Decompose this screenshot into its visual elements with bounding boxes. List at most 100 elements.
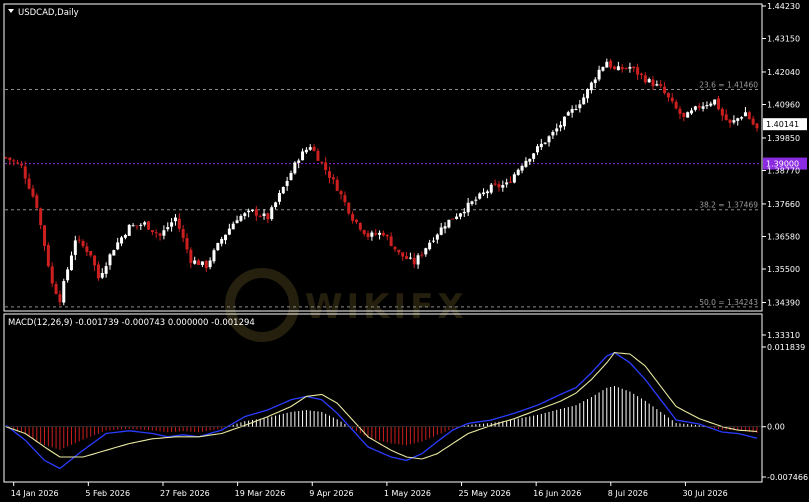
candle-up[interactable] [551,132,555,136]
candle-down[interactable] [339,191,343,195]
candle-down[interactable] [158,233,162,236]
candle-down[interactable] [405,256,409,259]
candle-up[interactable] [732,120,736,123]
candle-down[interactable] [670,97,674,102]
candle-up[interactable] [743,112,747,117]
candle-down[interactable] [343,195,347,203]
candle-up[interactable] [539,143,543,148]
candle-down[interactable] [316,150,320,161]
candle-up[interactable] [535,146,539,153]
candle-down[interactable] [19,164,23,166]
candle-down[interactable] [393,246,397,250]
candle-down[interactable] [663,86,667,94]
candle-up[interactable] [431,240,435,242]
candle-up[interactable] [231,223,235,230]
candle-up[interactable] [66,269,70,281]
candle-up[interactable] [605,61,609,68]
candle-down[interactable] [497,184,501,188]
candle-up[interactable] [104,266,108,274]
candle-down[interactable] [312,146,316,151]
candle-up[interactable] [112,250,116,256]
candle-down[interactable] [46,244,50,267]
candle-down[interactable] [258,216,262,218]
candle-down[interactable] [85,246,89,253]
candle-up[interactable] [239,216,243,221]
candle-up[interactable] [212,250,216,262]
candle-up[interactable] [262,213,266,216]
candle-down[interactable] [381,232,385,236]
candle-down[interactable] [751,118,755,125]
candle-down[interactable] [724,114,728,121]
candle-up[interactable] [693,106,697,110]
candle-down[interactable] [266,213,270,220]
candle-down[interactable] [624,68,628,70]
candle-up[interactable] [466,202,470,213]
candle-up[interactable] [120,237,124,244]
candle-down[interactable] [697,106,701,108]
candle-up[interactable] [478,193,482,199]
candle-down[interactable] [93,255,97,266]
candle-down[interactable] [493,183,497,185]
candle-up[interactable] [528,158,532,162]
candle-up[interactable] [308,147,312,150]
candle-up[interactable] [485,191,489,194]
candle-up[interactable] [173,217,177,222]
candle-up[interactable] [616,66,620,71]
candle-up[interactable] [705,105,709,107]
candle-up[interactable] [740,117,744,119]
candle-down[interactable] [639,73,643,76]
candle-down[interactable] [632,66,636,69]
candle-up[interactable] [227,228,231,235]
candle-up[interactable] [378,232,382,235]
candle-up[interactable] [686,112,690,118]
candle-up[interactable] [293,162,297,174]
candle-up[interactable] [166,227,170,230]
candle-up[interactable] [559,125,563,128]
candle-up[interactable] [439,227,443,235]
candle-down[interactable] [636,67,640,75]
candle-up[interactable] [566,112,570,116]
candle-down[interactable] [347,202,351,214]
candle-down[interactable] [135,225,139,227]
candle-up[interactable] [108,254,112,266]
candle-up[interactable] [297,160,301,163]
candle-down[interactable] [389,236,393,247]
candle-up[interactable] [100,273,104,278]
candle-up[interactable] [270,207,274,220]
candle-up[interactable] [489,184,493,193]
candle-up[interactable] [447,219,451,228]
candle-down[interactable] [666,92,670,98]
candle-down[interactable] [150,230,154,232]
candle-up[interactable] [709,103,713,106]
candle-up[interactable] [501,185,505,188]
candle-up[interactable] [601,67,605,71]
candle-down[interactable] [197,260,201,265]
candle-down[interactable] [324,162,328,171]
candle-down[interactable] [682,112,686,117]
candle-up[interactable] [578,104,582,109]
candle-up[interactable] [301,151,305,161]
candle-up[interactable] [589,82,593,91]
candle-down[interactable] [50,266,54,284]
candle-down[interactable] [720,108,724,116]
candle-up[interactable] [597,69,601,80]
candle-down[interactable] [755,123,759,129]
candle-up[interactable] [512,174,516,183]
candle-down[interactable] [678,108,682,114]
candle-up[interactable] [462,211,466,214]
candle-up[interactable] [428,242,432,250]
candle-down[interactable] [728,119,732,124]
candle-down[interactable] [651,79,655,87]
candle-down[interactable] [54,284,58,295]
candle-up[interactable] [127,224,131,236]
candle-up[interactable] [655,84,659,86]
candle-up[interactable] [593,79,597,84]
candle-down[interactable] [189,249,193,263]
candle-up[interactable] [274,202,278,208]
candle-up[interactable] [520,165,524,171]
candle-down[interactable] [254,209,258,216]
candle-down[interactable] [397,249,401,253]
candle-up[interactable] [162,230,166,236]
candle-up[interactable] [62,281,66,303]
candle-up[interactable] [370,232,374,237]
